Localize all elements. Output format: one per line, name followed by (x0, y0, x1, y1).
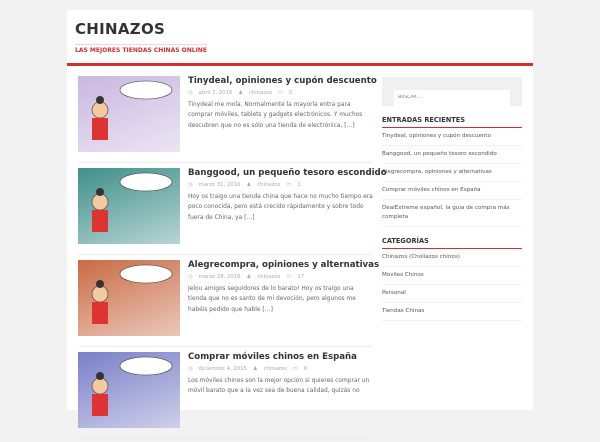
user-icon: ♟ (238, 90, 244, 96)
post-date: marzo 28, 2016 (198, 274, 241, 280)
category-link[interactable]: Tiendas Chinas (382, 303, 522, 321)
post-item: Tinydeal, opiniones y cupón descuento ◷ a… (78, 76, 377, 166)
post-comments[interactable]: 17 (297, 274, 304, 280)
user-icon: ♟ (252, 366, 258, 372)
categories-title: CATEGORÍAS (382, 237, 522, 249)
post-author[interactable]: chinazos (257, 182, 280, 188)
recent-post-link[interactable]: Tinydeal, opiniones y cupón descuento (382, 128, 522, 146)
post-divider (78, 438, 372, 439)
recent-post-link[interactable]: Comprar móviles chinos en España (382, 182, 522, 200)
post-excerpt: Hoy os traigo una tienda china que hace … (188, 194, 373, 221)
recent-post-link[interactable]: DealExtreme español, la guia de compra m… (382, 200, 522, 227)
clock-icon: ◷ (188, 366, 193, 372)
post-meta: ◷ abril 7, 2016 ♟ chinazos ▭ 0 (188, 90, 299, 96)
comment-icon: ▭ (286, 182, 292, 188)
post-title[interactable]: Alegrecompra, opiniones y alternativas (188, 260, 379, 270)
post-date: abril 7, 2016 (198, 90, 233, 96)
post-meta: ◷ marzo 28, 2016 ♟ chinazos ▭ 17 (188, 274, 310, 280)
clock-icon: ◷ (188, 90, 193, 96)
post-title[interactable]: Banggood, un pequeño tesoro escondido (188, 168, 387, 178)
clock-icon: ◷ (188, 182, 193, 188)
post-author[interactable]: chinazos (249, 90, 272, 96)
post-excerpt: Tinydeal me mola. Normalmente la mayoría… (188, 102, 363, 129)
comment-icon: ▭ (286, 274, 292, 280)
comment-icon: ▭ (292, 366, 298, 372)
recent-posts-list: Tinydeal, opiniones y cupón descuento Ban… (382, 128, 522, 227)
site-tagline: LAS MEJORES TIENDAS CHINAS ONLINE (75, 44, 207, 54)
category-link[interactable]: Moviles Chinos (382, 267, 522, 285)
comment-icon: ▭ (278, 90, 284, 96)
post-excerpt: Jelou amigos seguidores de lo barato! Ho… (188, 286, 356, 313)
categories-list: Chinazos (Chollazos chinos) Moviles Chino… (382, 249, 522, 321)
post-author[interactable]: chinazos (264, 366, 287, 372)
post-divider (78, 346, 372, 347)
sidebar: ENTRADAS RECIENTES Tinydeal, opiniones y… (382, 77, 522, 321)
post-thumbnail[interactable] (78, 260, 180, 336)
user-icon: ♟ (246, 274, 252, 280)
post-thumbnail[interactable] (78, 168, 180, 244)
post-meta: ◷ marzo 31, 2016 ♟ chinazos ▭ 1 (188, 182, 307, 188)
post-author[interactable]: chinazos (257, 274, 280, 280)
post-title[interactable]: Comprar móviles chinos en España (188, 352, 357, 362)
post-date: diciembre 4, 2015 (198, 366, 247, 372)
recent-posts-title: ENTRADAS RECIENTES (382, 116, 522, 128)
page-container: CHINAZOS LAS MEJORES TIENDAS CHINAS ONLI… (67, 10, 533, 439)
category-link[interactable]: Personal (382, 285, 522, 303)
category-link[interactable]: Chinazos (Chollazos chinos) (382, 249, 522, 267)
site-title[interactable]: CHINAZOS (75, 20, 165, 38)
post-date: marzo 31, 2016 (198, 182, 241, 188)
search-widget (382, 77, 522, 106)
post-thumbnail[interactable] (78, 352, 180, 428)
clock-icon: ◷ (188, 274, 193, 280)
post-comments[interactable]: 0 (304, 366, 307, 372)
post-comments[interactable]: 0 (289, 90, 292, 96)
post-item: Banggood, un pequeño tesoro escondido ◷ m… (78, 168, 387, 258)
post-meta: ◷ diciembre 4, 2015 ♟ chinazos ▭ 0 (188, 366, 313, 372)
post-comments[interactable]: 1 (297, 182, 300, 188)
post-title[interactable]: Tinydeal, opiniones y cupón descuento (188, 76, 377, 86)
post-excerpt: Los móviles chinos son la mejor opción s… (188, 378, 370, 395)
post-divider (78, 162, 372, 163)
post-item: Comprar móviles chinos en España ◷ diciem… (78, 352, 372, 442)
post-divider (78, 254, 372, 255)
header-divider (67, 63, 533, 66)
search-input[interactable] (394, 89, 510, 106)
user-icon: ♟ (246, 182, 252, 188)
recent-post-link[interactable]: Banggood, un pequeño tesoro escondido (382, 146, 522, 164)
recent-post-link[interactable]: Alegrecompra, opiniones y alternativas (382, 164, 522, 182)
post-item: Alegrecompra, opiniones y alternativas ◷… (78, 260, 379, 350)
post-thumbnail[interactable] (78, 76, 180, 152)
